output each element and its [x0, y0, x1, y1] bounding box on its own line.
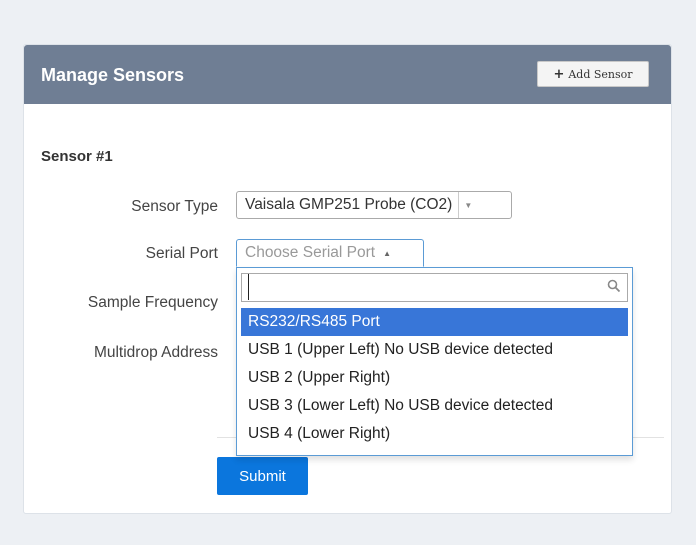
panel-title: Manage Sensors	[41, 65, 185, 85]
multidrop-address-label: Multidrop Address	[93, 344, 218, 361]
sensor-type-select[interactable]: Vaisala GMP251 Probe (CO2) ▼	[236, 191, 512, 219]
sensor-heading: Sensor #1	[41, 148, 113, 165]
option-usb-4[interactable]: USB 4 (Lower Right)	[237, 420, 632, 448]
search-icon	[607, 279, 621, 293]
dropdown-search-input[interactable]	[248, 274, 597, 300]
plus-icon: +	[553, 66, 565, 82]
sensor-type-label: Sensor Type	[131, 198, 218, 215]
serial-port-dropdown: RS232/RS485 Port USB 1 (Upper Left) No U…	[236, 267, 633, 456]
add-sensor-button[interactable]: + Add Sensor	[537, 61, 649, 87]
serial-port-label: Serial Port	[145, 245, 218, 262]
serial-port-placeholder: Choose Serial Port	[245, 244, 376, 261]
chevron-up-icon: ▲	[383, 248, 392, 258]
sample-frequency-label: Sample Frequency	[87, 294, 218, 311]
chevron-down-icon: ▼	[458, 192, 477, 218]
option-usb-3[interactable]: USB 3 (Lower Left) No USB device detecte…	[237, 392, 632, 420]
dropdown-options: RS232/RS485 Port USB 1 (Upper Left) No U…	[237, 308, 632, 448]
add-sensor-label: Add Sensor	[568, 67, 633, 81]
submit-button[interactable]: Submit	[217, 457, 308, 495]
sensor-type-value: Vaisala GMP251 Probe (CO2)	[245, 196, 453, 213]
dropdown-search-box	[241, 273, 628, 302]
serial-port-select[interactable]: Choose Serial Port ▲	[236, 239, 424, 267]
option-usb-2[interactable]: USB 2 (Upper Right)	[237, 364, 632, 392]
option-usb-1[interactable]: USB 1 (Upper Left) No USB device detecte…	[237, 336, 632, 364]
panel-header: Manage Sensors + Add Sensor	[24, 45, 671, 104]
option-rs232-rs485-port[interactable]: RS232/RS485 Port	[241, 308, 628, 336]
